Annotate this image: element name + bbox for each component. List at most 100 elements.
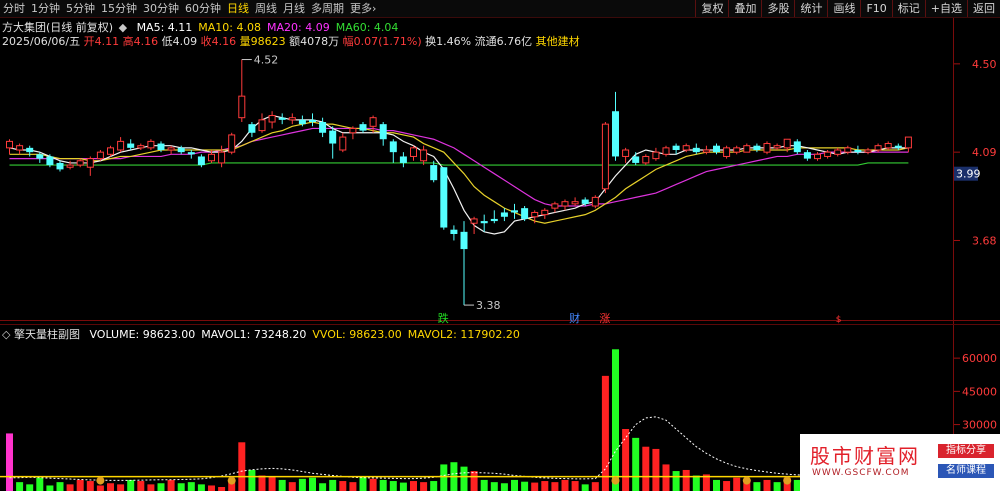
- high-annotation: 4.52: [254, 54, 278, 67]
- volume-bar: [773, 482, 781, 491]
- candle-body: [238, 95, 246, 119]
- volume-bar: [208, 485, 215, 491]
- volume-bar: [137, 481, 145, 491]
- candle-body: [127, 143, 135, 148]
- candle-body: [571, 201, 579, 205]
- candle-body: [904, 136, 912, 149]
- candle-body: [854, 150, 862, 153]
- candle-body: [490, 218, 498, 222]
- candle-body: [642, 155, 650, 164]
- candle-body: [521, 208, 529, 219]
- candle-body: [248, 124, 256, 133]
- volume-bar: [147, 484, 155, 491]
- volume-bar: [490, 482, 498, 491]
- volume-bar: [521, 481, 529, 491]
- candle-body: [612, 111, 619, 157]
- candle-body: [702, 149, 710, 153]
- ma10-line: [9, 121, 909, 224]
- volume-bar: [531, 482, 539, 491]
- candle-body: [107, 147, 114, 155]
- volume-panel-top: [0, 324, 1000, 325]
- ma20-line: [9, 127, 909, 207]
- price-tick-label: 4.50: [972, 58, 997, 71]
- volume-bar: [288, 482, 296, 491]
- candle-body: [440, 167, 448, 228]
- candle-body: [177, 147, 185, 153]
- volume-bar: [561, 479, 569, 491]
- watermark: 股市财富网 WWW.GSCFW.COM 指标分享 名师课程: [800, 434, 1000, 491]
- candle-body: [783, 138, 791, 149]
- candle-body: [500, 212, 508, 217]
- volume-bar: [470, 471, 478, 491]
- volume-bar: [652, 448, 660, 491]
- candle-body: [86, 158, 94, 168]
- volume-bar: [692, 475, 700, 491]
- watermark-logo: 股市财富网: [810, 444, 920, 468]
- volume-bar: [733, 477, 741, 491]
- candle-body: [803, 152, 811, 159]
- volume-bar: [6, 433, 13, 491]
- money-bag-icon: [611, 476, 620, 485]
- candle-body: [298, 119, 306, 125]
- candle-body: [157, 143, 165, 150]
- candle-body: [894, 145, 902, 148]
- volume-bar: [723, 481, 731, 491]
- ma60-line: [9, 162, 909, 166]
- candle-body: [652, 151, 660, 160]
- volume-bar: [107, 483, 114, 491]
- candle-body: [450, 229, 458, 234]
- candle-body: [672, 145, 680, 150]
- volume-bar: [157, 483, 165, 491]
- candle-body: [36, 154, 44, 159]
- candle-body: [329, 130, 337, 144]
- volume-bar: [117, 484, 125, 491]
- volume-bar: [420, 482, 428, 491]
- candle-body: [713, 145, 720, 153]
- vvol-line: [9, 416, 909, 481]
- candle-body: [66, 164, 74, 168]
- candle-body: [834, 149, 842, 155]
- candle-body: [46, 156, 54, 166]
- volume-bar: [632, 437, 640, 491]
- candle-body: [389, 141, 397, 153]
- candle-body: [278, 117, 286, 120]
- candle-body: [632, 156, 640, 163]
- candle-body: [581, 199, 589, 204]
- volume-bar: [581, 484, 589, 491]
- volume-bar: [26, 484, 34, 491]
- candle-body: [208, 153, 215, 162]
- volume-bar: [86, 481, 94, 491]
- watermark-tag-indicators: 指标分享: [938, 444, 994, 458]
- candle-body: [399, 156, 407, 163]
- volume-bar: [248, 469, 256, 491]
- volume-bar: [500, 483, 508, 491]
- volume-bar: [278, 479, 286, 491]
- volume-tick-label: 45000: [962, 385, 997, 398]
- candle-body: [309, 119, 316, 122]
- candle-body: [511, 210, 518, 213]
- candle-body: [743, 145, 751, 153]
- candle-body: [480, 221, 488, 224]
- volume-bar: [187, 482, 195, 491]
- volume-bar: [66, 484, 74, 491]
- candle-body: [288, 117, 296, 121]
- right-axis-divider: [953, 18, 954, 491]
- volume-bar: [258, 475, 266, 491]
- volume-bar: [369, 478, 377, 491]
- volume-bar: [329, 479, 337, 491]
- candle-body: [420, 149, 428, 162]
- volume-bar: [76, 479, 84, 491]
- volume-bar: [622, 429, 630, 491]
- volume-bar: [672, 471, 680, 491]
- candle-body: [76, 160, 84, 166]
- candle-body: [824, 151, 832, 157]
- event-marker-small: $: [836, 315, 842, 325]
- ma5-line: [9, 114, 909, 235]
- candle-body: [531, 211, 539, 218]
- candlestick-chart[interactable]: 4.50 4.09 3.68 3.99 4.52 3.38 跌 财 涨 $60000 45000 30…: [0, 0, 1000, 491]
- volume-bar: [682, 469, 690, 491]
- volume-bar: [379, 479, 387, 491]
- candle-body: [874, 145, 882, 151]
- candle-body: [197, 156, 205, 166]
- candle-body: [16, 145, 24, 151]
